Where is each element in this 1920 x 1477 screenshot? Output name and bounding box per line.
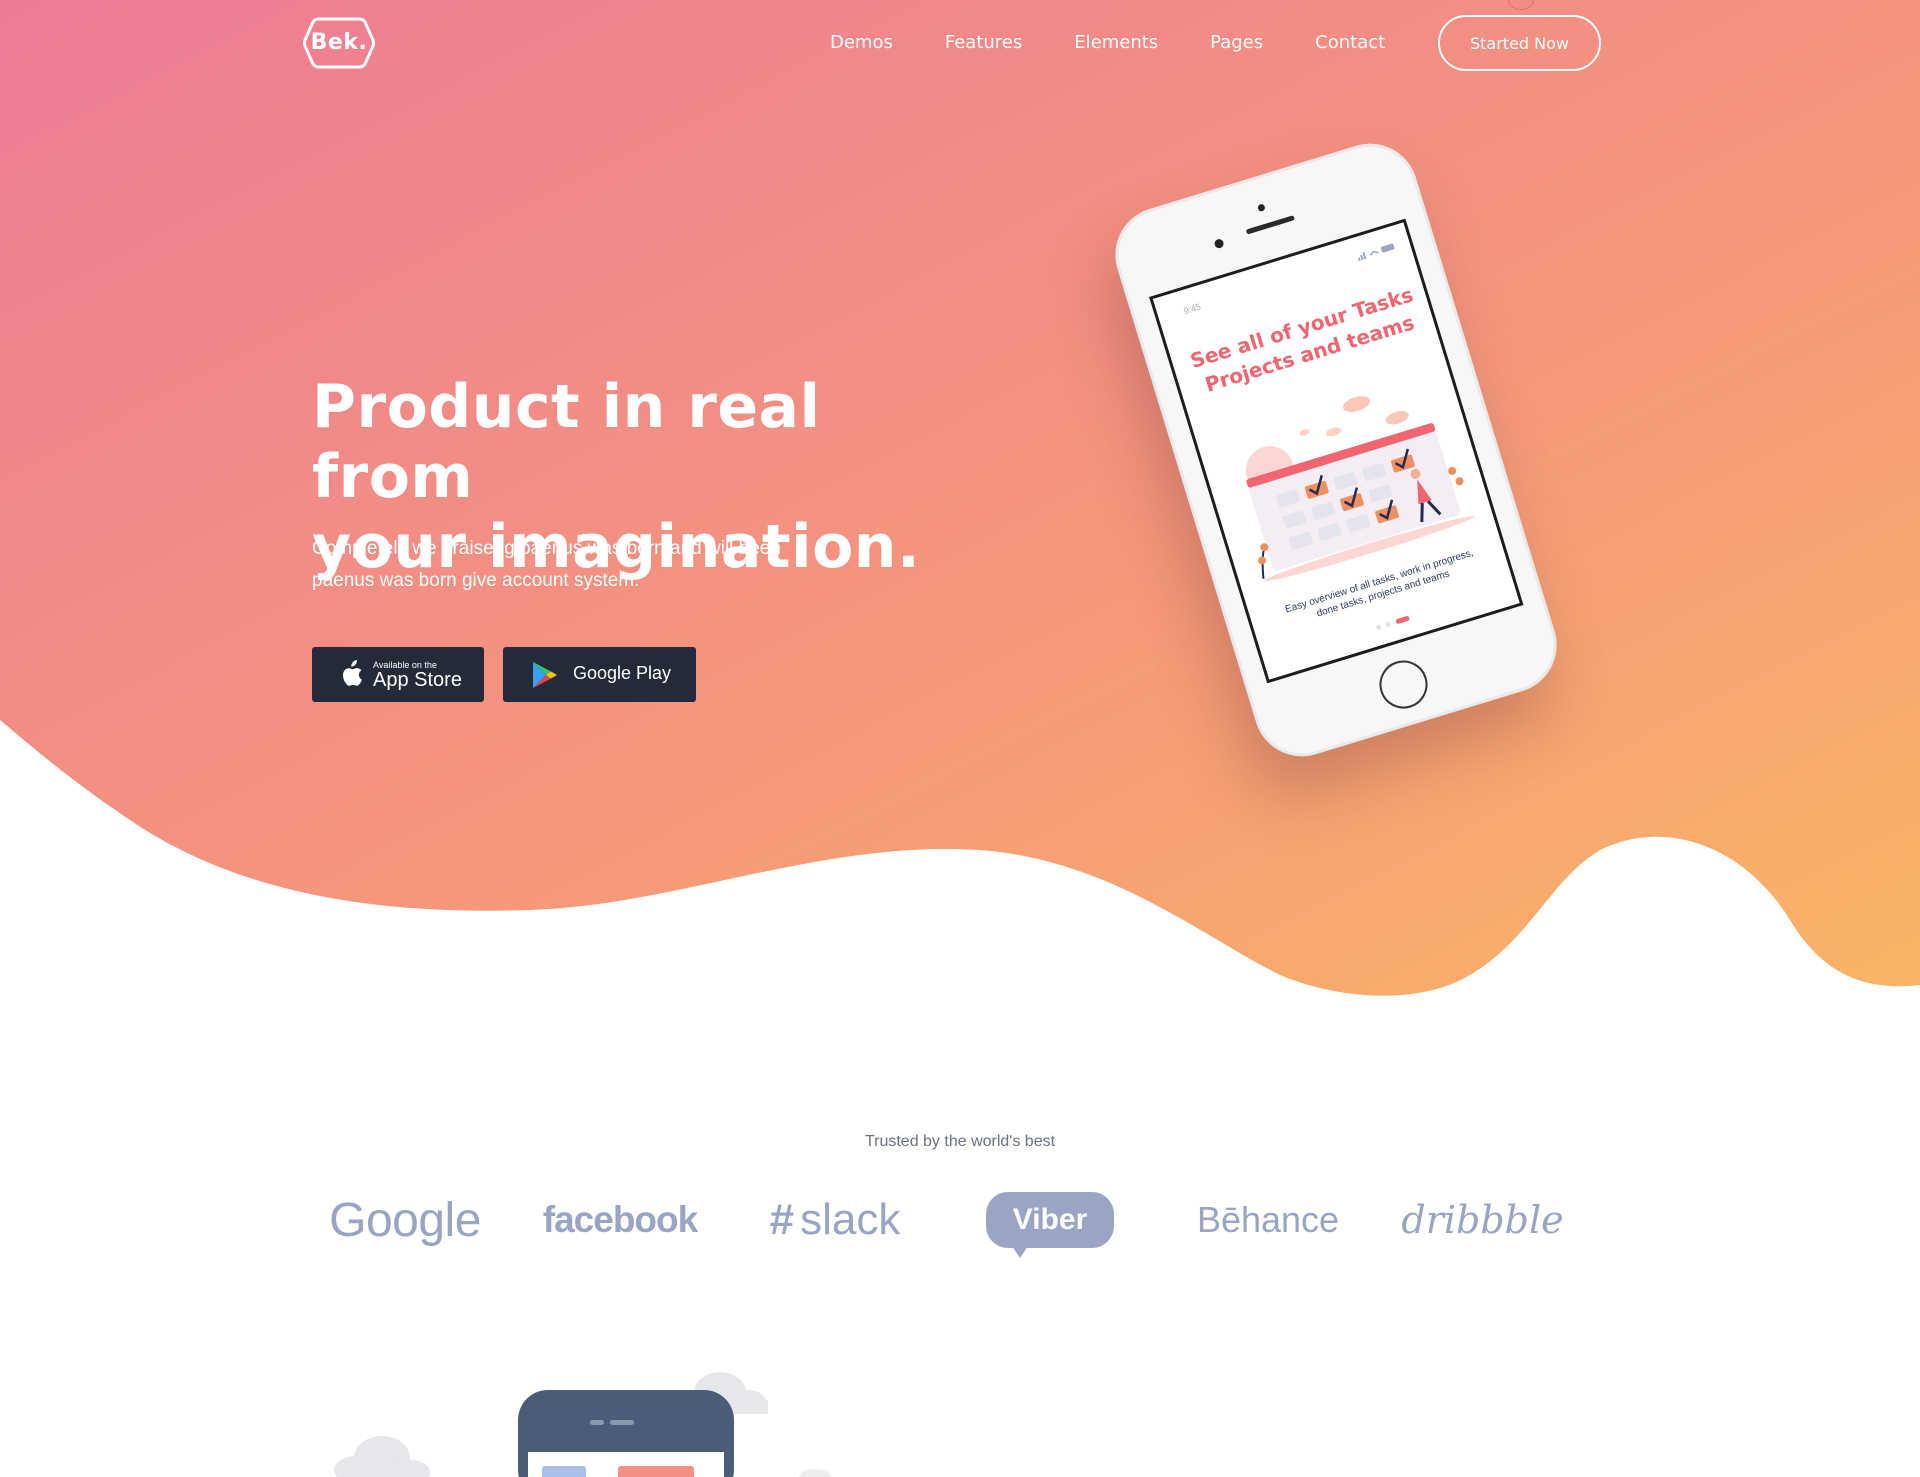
facebook-logo: facebook bbox=[542, 1199, 698, 1240]
slack-logo-text: slack bbox=[800, 1195, 901, 1244]
logo[interactable]: Bek. bbox=[303, 16, 375, 70]
app-store-label: App Store bbox=[373, 669, 462, 691]
viber-bubble: Viber bbox=[986, 1192, 1114, 1258]
main-nav: Demos Features Elements Pages Contact bbox=[830, 0, 1385, 84]
phone-front-sensor bbox=[1257, 203, 1266, 213]
slack-hash-icon: # bbox=[769, 1195, 795, 1244]
nav-item-elements[interactable]: Elements bbox=[1074, 32, 1158, 53]
nav-item-demos[interactable]: Demos bbox=[830, 32, 893, 53]
phone-home-button bbox=[1373, 654, 1434, 715]
logo-text: Bek. bbox=[310, 30, 368, 55]
hero-title-line1: Product in real from bbox=[312, 372, 821, 512]
google-play-button[interactable]: Google Play bbox=[503, 647, 696, 702]
viber-logo: Viber bbox=[986, 1185, 1114, 1258]
nav-item-pages[interactable]: Pages bbox=[1210, 32, 1263, 53]
google-play-label: Google Play bbox=[573, 663, 672, 683]
slack-logo: # slack bbox=[755, 1185, 915, 1255]
started-now-button[interactable]: Started Now bbox=[1438, 15, 1601, 71]
page-indicator bbox=[1376, 616, 1410, 630]
hero-subtitle: Completely we praiseng paenus was born a… bbox=[312, 533, 872, 597]
dribbble-logo: dribbble bbox=[1401, 1198, 1564, 1242]
apple-icon bbox=[343, 660, 362, 686]
nav-item-contact[interactable]: Contact bbox=[1315, 32, 1385, 53]
nav-item-features[interactable]: Features bbox=[945, 32, 1022, 53]
phone-camera bbox=[1213, 238, 1225, 250]
phone-time: 9:45 bbox=[1182, 301, 1203, 317]
viber-logo-text: Viber bbox=[1012, 1203, 1088, 1236]
google-logo: Google bbox=[329, 1193, 481, 1247]
bottom-phone-illustration bbox=[334, 1372, 831, 1477]
app-store-button[interactable]: Available on the App Store bbox=[312, 647, 484, 702]
status-bar-icons bbox=[1357, 243, 1395, 262]
phone-speaker bbox=[1245, 215, 1295, 235]
google-play-icon bbox=[533, 662, 557, 688]
trusted-heading: Trusted by the world's best bbox=[864, 1133, 1056, 1150]
hero-subtitle-line2: paenus was born give account system. bbox=[312, 570, 640, 591]
behance-logo: Bēhance bbox=[1196, 1199, 1340, 1240]
hero-subtitle-line1: Completely we praiseng paenus was born a… bbox=[312, 538, 781, 559]
